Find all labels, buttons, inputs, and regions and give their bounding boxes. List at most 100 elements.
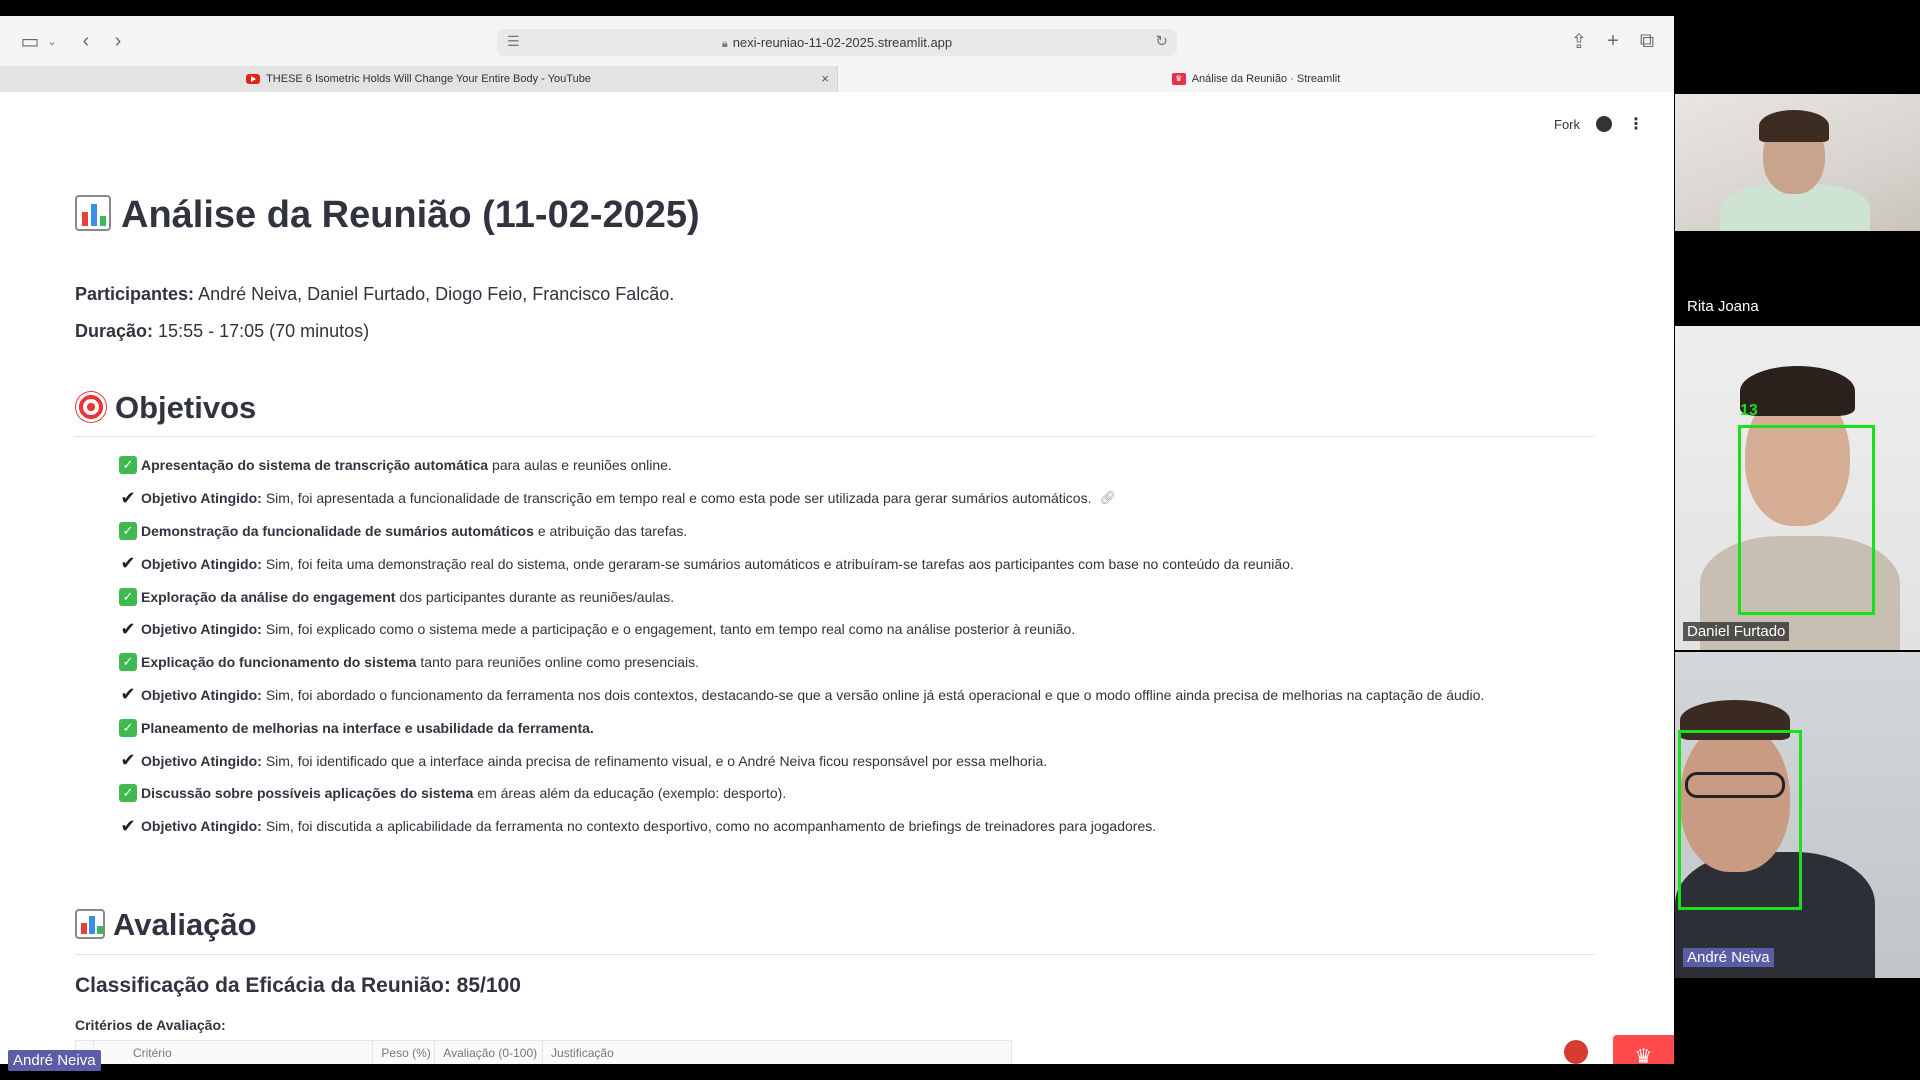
bar-chart-icon: [75, 909, 105, 939]
reload-icon[interactable]: ↻: [1155, 32, 1168, 50]
objective-bold: Planeamento de melhorias na interface e …: [141, 719, 594, 736]
objective-item: ✓ Apresentação do sistema de transcrição …: [119, 449, 1579, 482]
objective-item: ✓ Explicação do funcionamento do sistema t…: [119, 646, 1579, 679]
apple-icon: [1564, 1040, 1588, 1064]
check-box-icon: ✓: [119, 718, 137, 737]
objective-text: e atribuição das tarefas.: [537, 522, 688, 539]
tab-title: Análise da Reunião · Streamlit: [1191, 73, 1341, 85]
participant-name: Daniel Furtado: [1683, 622, 1790, 641]
objective-text: Sim, foi feita uma demonstração real do …: [265, 555, 1294, 572]
objective-bold: Demonstração da funcionalidade de sumári…: [141, 522, 534, 539]
objectives-heading: Objetivos: [75, 390, 256, 426]
video-tile-rita: [1675, 94, 1920, 231]
objective-bold: Discussão sobre possíveis aplicações do …: [141, 785, 474, 802]
column-header[interactable]: Critério: [94, 1041, 374, 1064]
check-mark-icon: ✔: [120, 815, 136, 836]
check-box-icon: ✓: [119, 784, 137, 803]
tab-title: THESE 6 Isometric Holds Will Change Your…: [266, 73, 591, 85]
self-view-name: André Neiva: [8, 1050, 101, 1071]
bar-chart-icon: [75, 195, 111, 231]
objective-result: ✔ Objetivo Atingido: Sim, foi feita uma de…: [119, 547, 1579, 580]
objective-text: Sim, foi abordado o funcionamento da fer…: [265, 686, 1485, 703]
participants-value: André Neiva, Daniel Furtado, Diogo Feio,…: [198, 284, 675, 304]
evaluation-heading: Avaliação: [75, 907, 257, 943]
duration-value: 15:55 - 17:05 (70 minutos): [158, 321, 370, 341]
youtube-icon: [246, 74, 261, 84]
anchor-link-icon[interactable]: 🔗︎: [1099, 490, 1116, 506]
objective-result: ✔ Objetivo Atingido: Sim, foi explicado co…: [119, 613, 1579, 646]
objective-item: ✓ Planeamento de melhorias na interface e…: [119, 711, 1579, 744]
streamlit-app: Fork ⋮ Análise da Reunião (11-02-2025) P…: [0, 94, 1674, 1064]
address-bar[interactable]: ☰ 🔒︎ nexi-reuniao-11-02-2025.streamlit.ap…: [497, 29, 1177, 56]
face-detection-box: [1738, 425, 1875, 615]
objective-bold: Objetivo Atingido:: [141, 752, 262, 769]
github-icon[interactable]: [1596, 116, 1612, 132]
participant-name: André Neiva: [1683, 948, 1774, 967]
objectives-list: ✓ Apresentação do sistema de transcrição …: [119, 449, 1579, 843]
url-text: nexi-reuniao-11-02-2025.streamlit.app: [732, 35, 953, 50]
participant-name: Rita Joana: [1687, 298, 1759, 315]
duration-label: Duração:: [75, 321, 154, 341]
check-mark-icon: ✔: [120, 553, 136, 574]
tab-youtube[interactable]: THESE 6 Isometric Holds Will Change Your…: [0, 66, 838, 92]
objective-result: ✔ Objetivo Atingido: Sim, foi abordado o f…: [119, 679, 1579, 712]
check-box-icon: ✓: [119, 521, 137, 540]
objective-bold: Objetivo Atingido:: [141, 686, 262, 703]
participants-label: Participantes:: [75, 284, 195, 304]
objective-result: ✔ Objetivo Atingido: Sim, foi apresentada …: [119, 482, 1579, 515]
tab-bar: THESE 6 Isometric Holds Will Change Your…: [0, 66, 1674, 92]
browser-window: ▭ ⌄ ‹ › ☰ 🔒︎ nexi-reuniao-11-02-2025.stre…: [0, 16, 1674, 1064]
objective-text: Sim, foi identificado que a interface ai…: [265, 752, 1048, 769]
video-tile-andre: [1675, 652, 1920, 978]
objective-text: tanto para reuniões online como presenci…: [420, 654, 700, 671]
objective-bold: Objetivo Atingido:: [141, 490, 262, 507]
share-icon[interactable]: ⇪: [1568, 29, 1590, 53]
check-box-icon: ✓: [119, 456, 137, 475]
streamlit-badge[interactable]: ♛: [1613, 1035, 1674, 1064]
target-icon: [75, 391, 107, 423]
divider: [75, 436, 1595, 437]
objective-bold: Apresentação do sistema de transcrição a…: [141, 457, 489, 474]
check-box-icon: ✓: [119, 653, 137, 672]
check-box-icon: ✓: [119, 587, 137, 606]
tab-overview-icon[interactable]: ⧉: [1636, 29, 1658, 53]
fork-button[interactable]: Fork: [1554, 117, 1580, 132]
divider: [75, 954, 1595, 955]
participants-line: Participantes: André Neiva, Daniel Furta…: [75, 284, 674, 305]
face-id-label: 13: [1740, 402, 1758, 419]
new-tab-icon[interactable]: +: [1602, 29, 1624, 53]
lock-icon: 🔒︎: [721, 38, 728, 50]
column-header[interactable]: Justificação: [543, 1041, 1011, 1064]
objective-text: Sim, foi explicado como o sistema mede a…: [265, 621, 1076, 638]
objective-text: para aulas e reuniões online.: [492, 457, 672, 474]
objective-bold: Exploração da análise do engagement: [141, 588, 396, 605]
forward-icon[interactable]: ›: [108, 29, 128, 53]
menu-icon[interactable]: ⋮: [1628, 114, 1644, 134]
check-mark-icon: ✔: [120, 684, 136, 705]
objective-item: ✓ Exploração da análise do engagement dos …: [119, 580, 1579, 613]
tab-streamlit[interactable]: ♛ Análise da Reunião · Streamlit: [838, 66, 1674, 92]
objective-bold: Objetivo Atingido:: [141, 818, 262, 835]
video-tile-daniel: 13: [1675, 326, 1920, 650]
browser-toolbar: ▭ ⌄ ‹ › ☰ 🔒︎ nexi-reuniao-11-02-2025.stre…: [0, 16, 1674, 66]
close-tab-icon[interactable]: ×: [821, 71, 829, 86]
objective-text: dos participantes durante as reuniões/au…: [399, 588, 675, 605]
face-detection-box: [1678, 730, 1802, 910]
chevron-down-icon[interactable]: ⌄: [46, 29, 58, 53]
back-icon[interactable]: ‹: [76, 29, 96, 53]
check-mark-icon: ✔: [120, 750, 136, 771]
objective-result: ✔ Objetivo Atingido: Sim, foi discutida a …: [119, 810, 1579, 843]
objective-bold: Explicação do funcionamento do sistema: [141, 654, 417, 671]
streamlit-icon: ♛: [1171, 73, 1186, 85]
objective-item: ✓ Discussão sobre possíveis aplicações do…: [119, 777, 1579, 810]
sidebar-toggle-icon[interactable]: ▭: [18, 29, 42, 53]
objective-text: Sim, foi apresentada a funcionalidade de…: [265, 490, 1092, 507]
check-mark-icon: ✔: [120, 618, 136, 639]
column-header[interactable]: Peso (%): [373, 1041, 436, 1064]
duration-line: Duração: 15:55 - 17:05 (70 minutos): [75, 321, 369, 342]
column-header[interactable]: Avaliação (0-100): [435, 1041, 544, 1064]
criteria-label: Critérios de Avaliação:: [75, 1017, 226, 1033]
objective-result: ✔ Objetivo Atingido: Sim, foi identificado…: [119, 744, 1579, 777]
objective-bold: Objetivo Atingido:: [141, 555, 262, 572]
criteria-table-header: Critério Peso (%) Avaliação (0-100) Just…: [75, 1040, 1012, 1064]
